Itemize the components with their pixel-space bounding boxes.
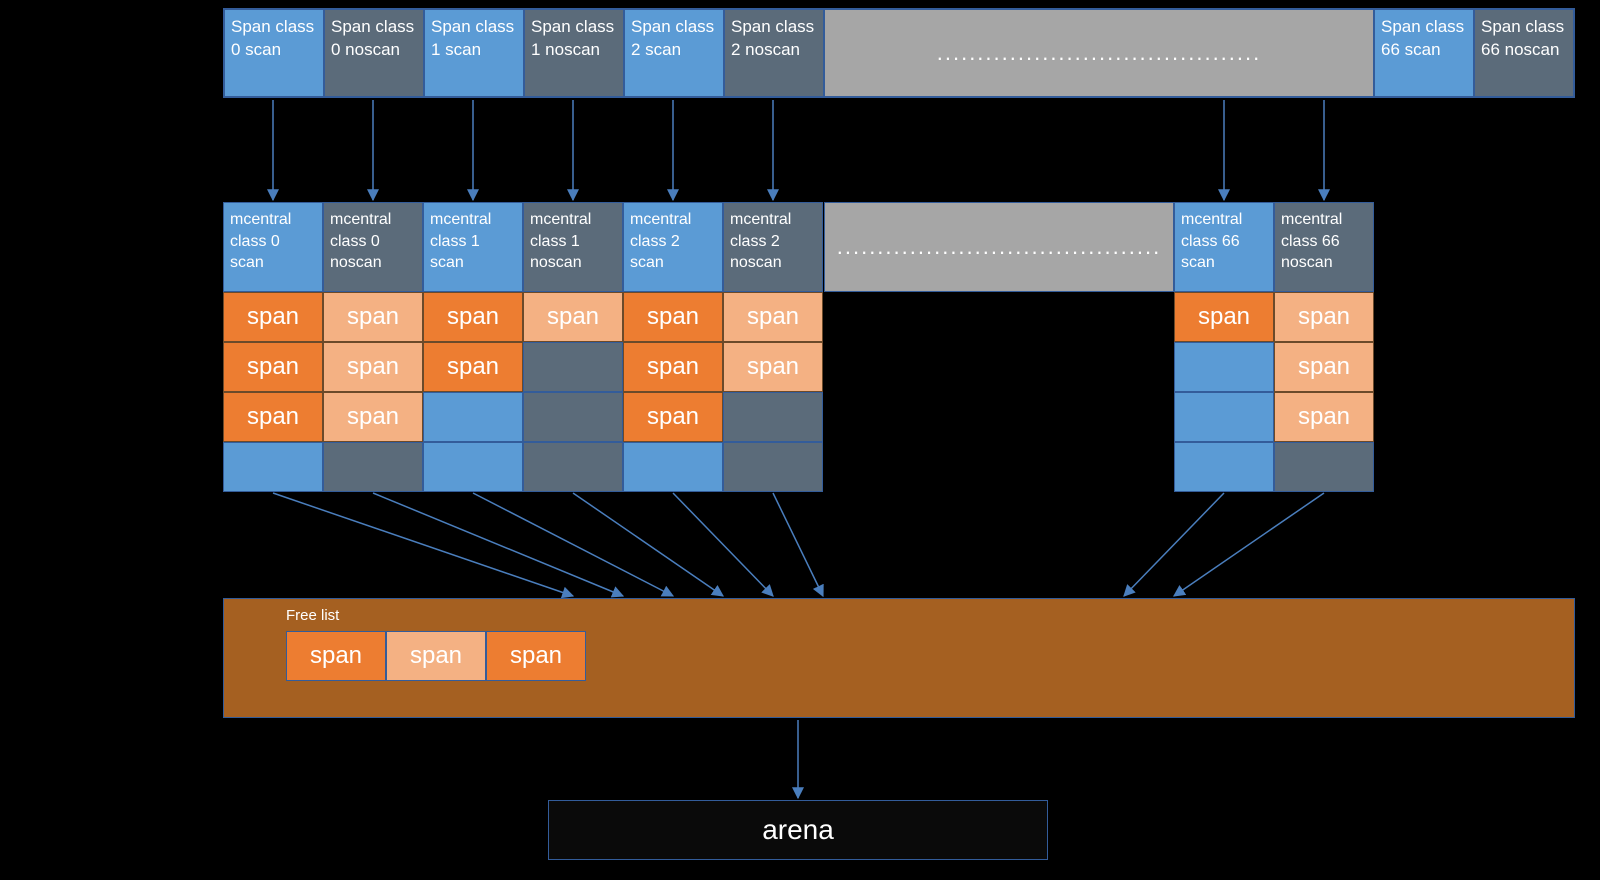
mcentral-column: spanspan bbox=[723, 292, 823, 492]
empty-cell bbox=[1174, 442, 1274, 492]
mcentral-header: mcentral class 1 noscan bbox=[523, 202, 623, 292]
span-cell: span bbox=[1274, 292, 1374, 342]
empty-cell bbox=[723, 442, 823, 492]
span-cell: span bbox=[623, 292, 723, 342]
span-cell: span bbox=[323, 342, 423, 392]
span-cell: span bbox=[323, 392, 423, 442]
span-class-cell: Span class 2 noscan bbox=[724, 9, 824, 97]
span-cell: span bbox=[523, 292, 623, 342]
empty-cell bbox=[1274, 442, 1374, 492]
mcentral-column: spanspanspan bbox=[323, 292, 423, 492]
span-cell: span bbox=[1274, 342, 1374, 392]
mcentral-header: mcentral class 0 scan bbox=[223, 202, 323, 292]
span-cell: span bbox=[423, 292, 523, 342]
empty-cell bbox=[723, 392, 823, 442]
free-list-span: span bbox=[486, 631, 586, 681]
span-class-cell: Span class 1 scan bbox=[424, 9, 524, 97]
span-class-row: Span class 0 scan Span class 0 noscan Sp… bbox=[223, 8, 1575, 98]
span-class-cell: Span class 66 noscan bbox=[1474, 9, 1574, 97]
span-class-cell: Span class 2 scan bbox=[624, 9, 724, 97]
span-class-cell: Span class 66 scan bbox=[1374, 9, 1474, 97]
mcentral-column: spanspanspan bbox=[1274, 292, 1374, 492]
span-cell: span bbox=[623, 392, 723, 442]
mcentral-header: mcentral class 2 scan bbox=[623, 202, 723, 292]
span-cell: span bbox=[223, 292, 323, 342]
empty-cell bbox=[523, 442, 623, 492]
span-cell: span bbox=[423, 342, 523, 392]
mcentral-column: span bbox=[1174, 292, 1274, 492]
mcentral-header: mcentral class 66 scan bbox=[1174, 202, 1274, 292]
span-cell: span bbox=[723, 292, 823, 342]
span-cell: span bbox=[1174, 292, 1274, 342]
mcentral-header: mcentral class 0 noscan bbox=[323, 202, 423, 292]
span-cell: span bbox=[323, 292, 423, 342]
span-cell: span bbox=[1274, 392, 1374, 442]
span-cell: span bbox=[723, 342, 823, 392]
empty-cell bbox=[423, 392, 523, 442]
free-list-span: span bbox=[286, 631, 386, 681]
ellipsis: ........................................ bbox=[824, 9, 1374, 97]
span-cell: span bbox=[223, 392, 323, 442]
span-class-cell: Span class 0 noscan bbox=[324, 9, 424, 97]
span-cell: span bbox=[623, 342, 723, 392]
empty-cell bbox=[523, 392, 623, 442]
arena-box: arena bbox=[548, 800, 1048, 860]
empty-cell bbox=[1174, 392, 1274, 442]
mcentral-header: mcentral class 2 noscan bbox=[723, 202, 823, 292]
mcentral-column: spanspanspan bbox=[623, 292, 723, 492]
mcentral-group-right: mcentral class 66 scan mcentral class 66… bbox=[1174, 202, 1374, 492]
empty-cell bbox=[523, 342, 623, 392]
free-list-span: span bbox=[386, 631, 486, 681]
free-list-label: Free list bbox=[286, 607, 339, 624]
empty-cell bbox=[1174, 342, 1274, 392]
mcentral-header: mcentral class 1 scan bbox=[423, 202, 523, 292]
mcentral-column: span bbox=[523, 292, 623, 492]
mcentral-column: spanspan bbox=[423, 292, 523, 492]
mcentral-column: spanspanspan bbox=[223, 292, 323, 492]
mcentral-group-left: mcentral class 0 scan mcentral class 0 n… bbox=[223, 202, 823, 492]
free-list-container: Free list spanspanspan bbox=[223, 598, 1575, 718]
mcentral-header: mcentral class 66 noscan bbox=[1274, 202, 1374, 292]
empty-cell bbox=[323, 442, 423, 492]
free-list-row: spanspanspan bbox=[286, 631, 586, 681]
span-class-cell: Span class 1 noscan bbox=[524, 9, 624, 97]
ellipsis: ........................................ bbox=[824, 202, 1174, 292]
empty-cell bbox=[423, 442, 523, 492]
span-cell: span bbox=[223, 342, 323, 392]
span-class-cell: Span class 0 scan bbox=[224, 9, 324, 97]
empty-cell bbox=[623, 442, 723, 492]
empty-cell bbox=[223, 442, 323, 492]
